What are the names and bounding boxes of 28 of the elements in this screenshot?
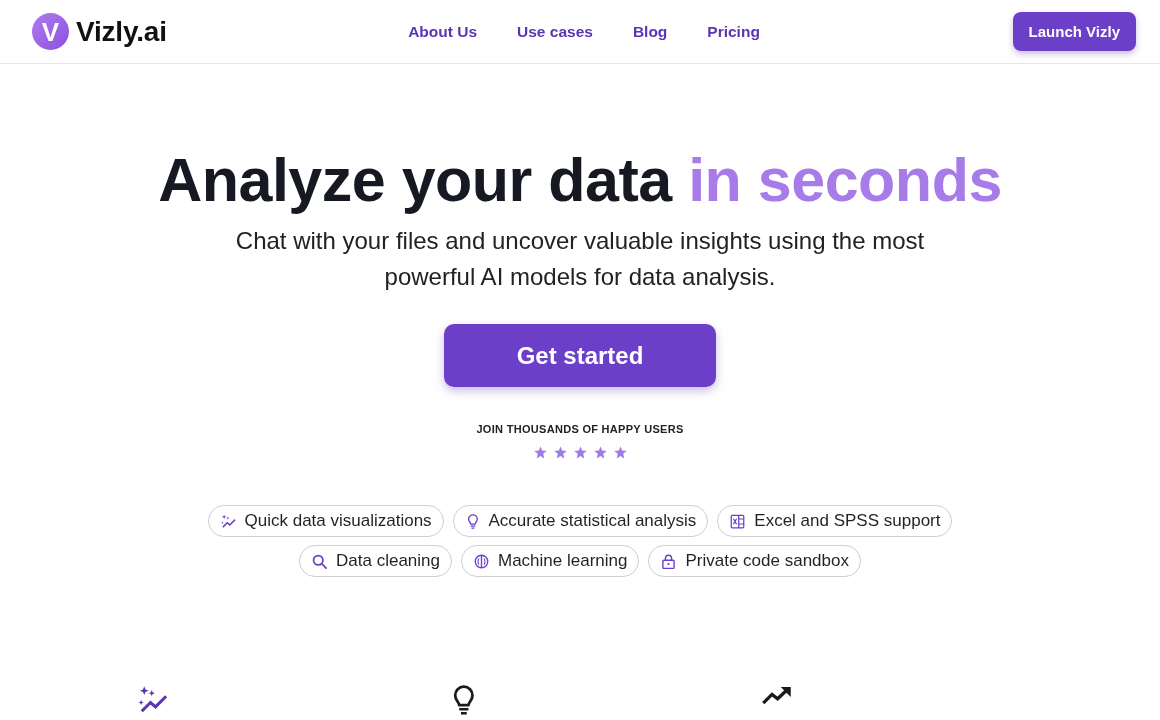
get-started-button[interactable]: Get started: [444, 324, 716, 387]
nav-link[interactable]: Pricing: [707, 22, 760, 41]
sparkle-chart-icon: [220, 514, 236, 528]
feature-tag-label: Quick data visualizations: [244, 511, 432, 531]
nav-link[interactable]: About Us: [408, 22, 478, 41]
feature-tag-label: Excel and SPSS support: [754, 511, 941, 531]
hero-subtitle: Chat with your files and uncover valuable insights using the most powerful AI models for data analysis.: [234, 226, 926, 292]
feature-tag-label: Accurate statistical analysis: [488, 511, 697, 531]
divided-circle-icon: [474, 553, 489, 569]
launch-button[interactable]: Launch Vizly: [1012, 12, 1136, 51]
star-icon: [593, 446, 607, 459]
lightbulb-icon: [465, 513, 480, 529]
feature-tag-label: Machine learning: [498, 551, 628, 571]
star-icon: [613, 446, 627, 459]
spreadsheet-icon: [730, 513, 746, 529]
star-icon: [533, 446, 547, 459]
star-icon: [553, 446, 567, 459]
social-proof-text: JOIN THOUSANDS OF HAPPY USERS: [476, 422, 684, 437]
feature-tag-label: Data cleaning: [336, 551, 440, 571]
hero-heading: Analyze your data in seconds: [158, 145, 1002, 216]
nav-link[interactable]: Blog: [632, 22, 668, 41]
brand-name[interactable]: Vizly.ai: [76, 15, 167, 48]
logo-mark[interactable]: V: [32, 13, 69, 50]
star-icon: [573, 446, 587, 459]
feature-tag-label: Private code sandbox: [685, 551, 849, 571]
nav-link[interactable]: Use cases: [517, 22, 593, 41]
search-icon: [312, 553, 328, 569]
padlock-icon: [661, 553, 677, 569]
